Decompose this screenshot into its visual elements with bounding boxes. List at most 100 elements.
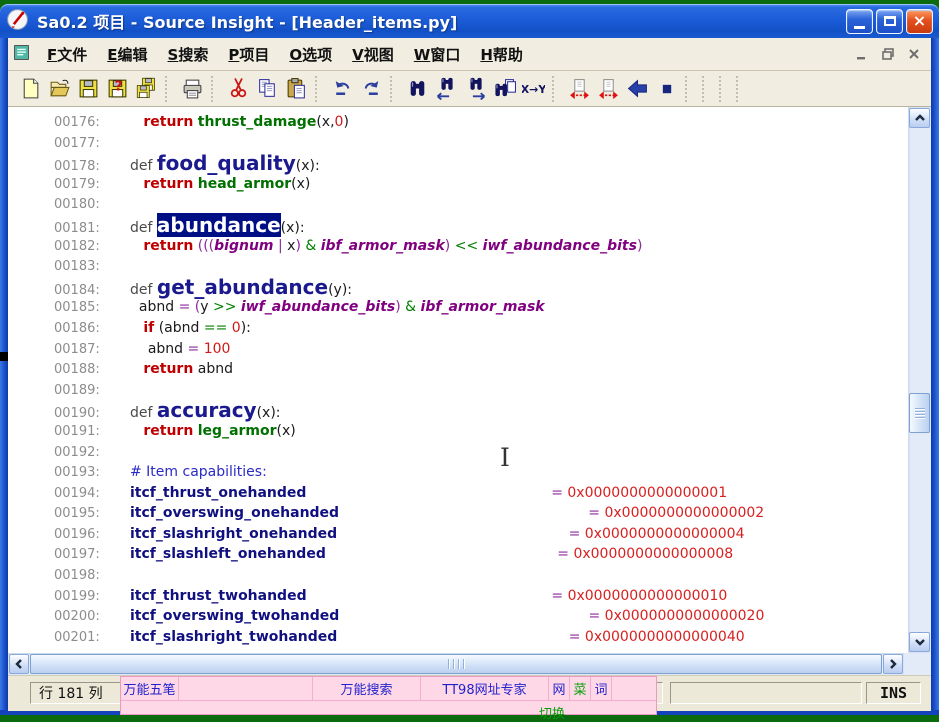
find-next-button[interactable] <box>461 74 490 103</box>
copy-button[interactable] <box>253 74 282 103</box>
code-line[interactable]: 00179: return head_armor(x) <box>54 174 908 195</box>
find-previous-button[interactable] <box>432 74 461 103</box>
code-line[interactable]: 00199:itcf_thrust_twohanded = 0x00000000… <box>54 586 908 607</box>
ime-cell-menu[interactable]: 菜 <box>570 677 591 700</box>
horizontal-scrollbar-thumb[interactable] <box>30 654 882 674</box>
code-line[interactable]: 00197:itcf_slashleft_onehanded = 0x00000… <box>54 544 908 565</box>
code-line[interactable]: 00193:# Item capabilities: <box>54 462 908 483</box>
go-back-button[interactable] <box>623 74 652 103</box>
save-as-button[interactable]: ? <box>103 74 132 103</box>
toolbar-separator <box>315 76 324 102</box>
code-line[interactable]: 00186: if (abnd == 0): <box>54 318 908 339</box>
horizontal-scrollbar[interactable] <box>8 653 904 675</box>
menu-help[interactable]: H帮助 <box>470 40 533 69</box>
menu-options[interactable]: O选项 <box>279 40 342 69</box>
cut-button[interactable] <box>224 74 253 103</box>
paste-button[interactable] <box>282 74 311 103</box>
code-token: head_armor <box>198 176 291 192</box>
scroll-right-button[interactable] <box>883 654 903 674</box>
code-line[interactable]: 00188: return abnd <box>54 359 908 380</box>
new-file-button[interactable] <box>16 74 45 103</box>
code-line[interactable]: 00192: <box>54 442 908 463</box>
thumb-grip <box>915 406 925 420</box>
code-line[interactable]: 00181:def abundance(x): <box>54 215 908 236</box>
maximize-button[interactable] <box>876 9 903 34</box>
titlebar[interactable]: Sa0.2 项目 - Source Insight - [Header_item… <box>0 4 939 38</box>
menu-project[interactable]: P项目 <box>218 40 279 69</box>
sync-prev-ref-button[interactable] <box>594 74 623 103</box>
code-token: return <box>143 114 193 130</box>
ime-cell-tt98[interactable]: TT98网址专家 <box>421 677 549 700</box>
ime-cell-wubi[interactable]: 万能五笔 <box>121 677 179 700</box>
code-token: << <box>455 238 478 254</box>
scroll-left-button[interactable] <box>9 654 29 674</box>
code-line[interactable]: 00183: <box>54 256 908 277</box>
menu-mnemonic: F <box>47 46 57 64</box>
ime-cell-word[interactable]: 词 <box>591 677 612 700</box>
code-line[interactable]: 00198: <box>54 565 908 586</box>
code-line[interactable]: 00177: <box>54 133 908 154</box>
code-line[interactable]: 00180: <box>54 194 908 215</box>
code-line[interactable]: 00196:itcf_slashright_onehanded = 0x0000… <box>54 524 908 545</box>
code-token: abnd <box>148 341 188 357</box>
ime-cell-search[interactable]: 万能搜索 <box>313 677 421 700</box>
vertical-scrollbar[interactable] <box>908 107 931 653</box>
mdi-close-button[interactable] <box>903 44 925 64</box>
ime-toggle-label[interactable]: 切换 <box>539 703 565 722</box>
mdi-restore-button[interactable] <box>877 44 899 64</box>
menu-edit[interactable]: E编辑 <box>97 40 157 69</box>
scroll-up-button[interactable] <box>909 108 930 128</box>
code-line[interactable]: 00190:def accuracy(x): <box>54 400 908 421</box>
ime-cell-spacer <box>612 677 656 700</box>
code-token: ) <box>343 114 348 130</box>
ime-toolbar[interactable]: 万能五笔万能搜索TT98网址专家网菜词 切换 <box>120 676 657 715</box>
menu-view[interactable]: V视图 <box>342 40 404 69</box>
code-line[interactable]: 00176: return thrust_damage(x,0) <box>54 112 908 133</box>
code-token <box>339 505 588 521</box>
code-line[interactable]: 00189: <box>54 380 908 401</box>
code-line[interactable]: 00182: return (((bignum | x) & ibf_armor… <box>54 236 908 257</box>
toolbar-separator <box>211 76 220 102</box>
ime-cell-net[interactable]: 网 <box>549 677 570 700</box>
status-middle-panel <box>670 682 862 704</box>
code-line[interactable]: 00185: abnd = (y >> iwf_abundance_bits) … <box>54 297 908 318</box>
mdi-minimize-button[interactable] <box>851 44 873 64</box>
code-line[interactable]: 00178:def food_quality(x): <box>54 153 908 174</box>
code-token: = <box>569 526 581 542</box>
code-token: itcf_slashright_onehanded <box>130 526 337 542</box>
code-line[interactable]: 00191: return leg_armor(x) <box>54 421 908 442</box>
code-line[interactable]: 00194:itcf_thrust_onehanded = 0x00000000… <box>54 483 908 504</box>
save-all-button[interactable] <box>132 74 161 103</box>
stop-button[interactable] <box>652 74 681 103</box>
vertical-scrollbar-thumb[interactable] <box>909 393 930 433</box>
menu-file[interactable]: F文件 <box>37 40 97 69</box>
undo-button[interactable] <box>328 74 357 103</box>
code-line[interactable]: 00184:def get_abundance(y): <box>54 277 908 298</box>
code-area[interactable]: 00176: return thrust_damage(x,0)00177:00… <box>8 107 908 653</box>
sync-next-ref-button[interactable] <box>565 74 594 103</box>
close-button[interactable]: × <box>906 9 933 34</box>
menu-search[interactable]: S搜索 <box>158 40 219 69</box>
line-number: 00200: <box>54 607 130 628</box>
toolbar: ? X→Y <box>8 71 931 107</box>
open-file-button[interactable] <box>45 74 74 103</box>
code-line[interactable]: 00195:itcf_overswing_onehanded = 0x00000… <box>54 503 908 524</box>
code-token: (x) <box>291 176 310 192</box>
code-token: (x): <box>257 405 281 421</box>
open-file-icon <box>48 77 71 100</box>
code-line[interactable]: 00201:itcf_slashright_twohanded = 0x0000… <box>54 627 908 648</box>
scroll-down-button[interactable] <box>909 632 930 652</box>
menu-window[interactable]: W窗口 <box>404 40 471 69</box>
save-button[interactable] <box>74 74 103 103</box>
svg-text:?: ? <box>115 79 123 95</box>
replace-xy-button[interactable]: X→Y <box>519 74 548 103</box>
line-number: 00185: <box>54 298 130 319</box>
redo-button[interactable] <box>357 74 386 103</box>
ime-cell-input[interactable] <box>179 677 313 700</box>
print-button[interactable] <box>178 74 207 103</box>
code-line[interactable]: 00187: abnd = 100 <box>54 339 908 360</box>
code-line[interactable]: 00200:itcf_overswing_twohanded = 0x00000… <box>54 606 908 627</box>
find-in-files-button[interactable] <box>490 74 519 103</box>
find-button[interactable] <box>403 74 432 103</box>
minimize-button[interactable] <box>846 9 873 34</box>
